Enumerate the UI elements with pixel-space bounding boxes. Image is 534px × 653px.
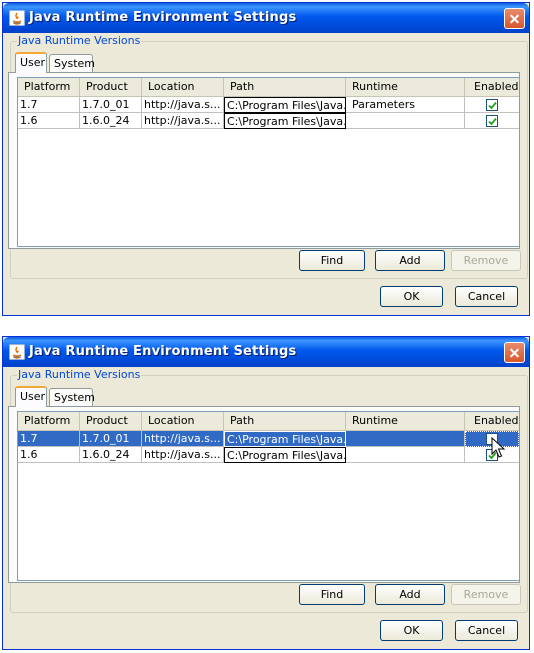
cell-product: 1.6.0_24 [80, 113, 142, 129]
ok-button[interactable]: OK [380, 620, 443, 641]
col-enabled[interactable]: Enabled [465, 412, 519, 430]
cell-runtime-params[interactable] [346, 113, 465, 129]
java-icon [9, 344, 25, 360]
group-label: Java Runtime Versions [17, 368, 142, 381]
title-bar[interactable]: Java Runtime Environment Settings [3, 337, 529, 367]
col-location[interactable]: Location [142, 78, 224, 96]
cell-platform: 1.7 [18, 97, 80, 113]
cancel-button[interactable]: Cancel [455, 620, 518, 641]
cell-runtime-params[interactable] [346, 97, 465, 113]
col-runtime-params[interactable]: Runtime Parameters [346, 78, 465, 111]
close-icon[interactable] [504, 342, 525, 363]
cell-path[interactable]: C:\Program Files\Java... [224, 447, 346, 463]
find-button[interactable]: Find [299, 250, 365, 271]
ok-button[interactable]: OK [380, 286, 443, 307]
tab-system[interactable]: System [49, 388, 95, 406]
tab-user[interactable]: User [15, 52, 47, 73]
cell-product: 1.6.0_24 [80, 447, 142, 463]
jre-settings-window-2: Java Runtime Environment Settings Java R… [2, 336, 530, 650]
col-product[interactable]: Product [80, 78, 142, 96]
add-button[interactable]: Add [375, 250, 445, 271]
cell-product: 1.7.0_01 [80, 431, 142, 447]
table-row[interactable]: 1.6 1.6.0_24 http://java.s... C:\Program… [18, 113, 519, 129]
cell-location: http://java.s... [142, 113, 224, 129]
jre-table: Platform Product Location Path Runtime P… [17, 77, 520, 247]
tab-system[interactable]: System [49, 54, 95, 72]
jre-table: Platform Product Location Path Runtime P… [17, 411, 520, 581]
close-icon[interactable] [504, 8, 525, 29]
cell-location: http://java.s... [142, 97, 224, 113]
col-location[interactable]: Location [142, 412, 224, 430]
col-product[interactable]: Product [80, 412, 142, 430]
remove-button[interactable]: Remove [451, 584, 521, 605]
col-platform[interactable]: Platform [18, 78, 80, 96]
table-row[interactable]: 1.7 1.7.0_01 http://java.s... C:\Program… [18, 97, 519, 113]
cell-runtime-params[interactable] [346, 447, 465, 463]
add-button[interactable]: Add [375, 584, 445, 605]
table-row-selected[interactable]: 1.7 1.7.0_01 http://java.s... C:\Program… [18, 431, 519, 447]
cell-location: http://java.s... [142, 447, 224, 463]
title-bar[interactable]: Java Runtime Environment Settings [3, 3, 529, 33]
col-path[interactable]: Path [224, 78, 346, 96]
cell-platform: 1.6 [18, 447, 80, 463]
col-runtime-params[interactable]: Runtime Parameters [346, 412, 465, 445]
cell-path[interactable]: C:\Program Files\Java... [224, 113, 346, 129]
col-enabled[interactable]: Enabled [465, 78, 519, 96]
cell-platform: 1.7 [18, 431, 80, 447]
cell-path[interactable]: C:\Program Files\Java... [224, 431, 346, 447]
enabled-checkbox[interactable] [486, 99, 498, 111]
window-title: Java Runtime Environment Settings [29, 10, 297, 25]
table-header: Platform Product Location Path Runtime P… [18, 78, 519, 111]
jre-settings-window-1: Java Runtime Environment Settings Java R… [2, 2, 530, 316]
window-title: Java Runtime Environment Settings [29, 344, 297, 359]
cell-product: 1.7.0_01 [80, 97, 142, 113]
java-icon [9, 10, 25, 26]
col-path[interactable]: Path [224, 412, 346, 430]
tab-user[interactable]: User [15, 386, 47, 407]
group-label: Java Runtime Versions [17, 34, 142, 47]
cancel-button[interactable]: Cancel [455, 286, 518, 307]
table-row[interactable]: 1.6 1.6.0_24 http://java.s... C:\Program… [18, 447, 519, 463]
cell-path[interactable]: C:\Program Files\Java... [224, 97, 346, 113]
cell-location: http://java.s... [142, 431, 224, 447]
remove-button[interactable]: Remove [451, 250, 521, 271]
find-button[interactable]: Find [299, 584, 365, 605]
mouse-pointer-icon [491, 437, 505, 458]
cell-platform: 1.6 [18, 113, 80, 129]
col-platform[interactable]: Platform [18, 412, 80, 430]
table-header: Platform Product Location Path Runtime P… [18, 412, 519, 445]
cell-runtime-params[interactable] [346, 431, 465, 447]
enabled-checkbox[interactable] [486, 115, 498, 127]
